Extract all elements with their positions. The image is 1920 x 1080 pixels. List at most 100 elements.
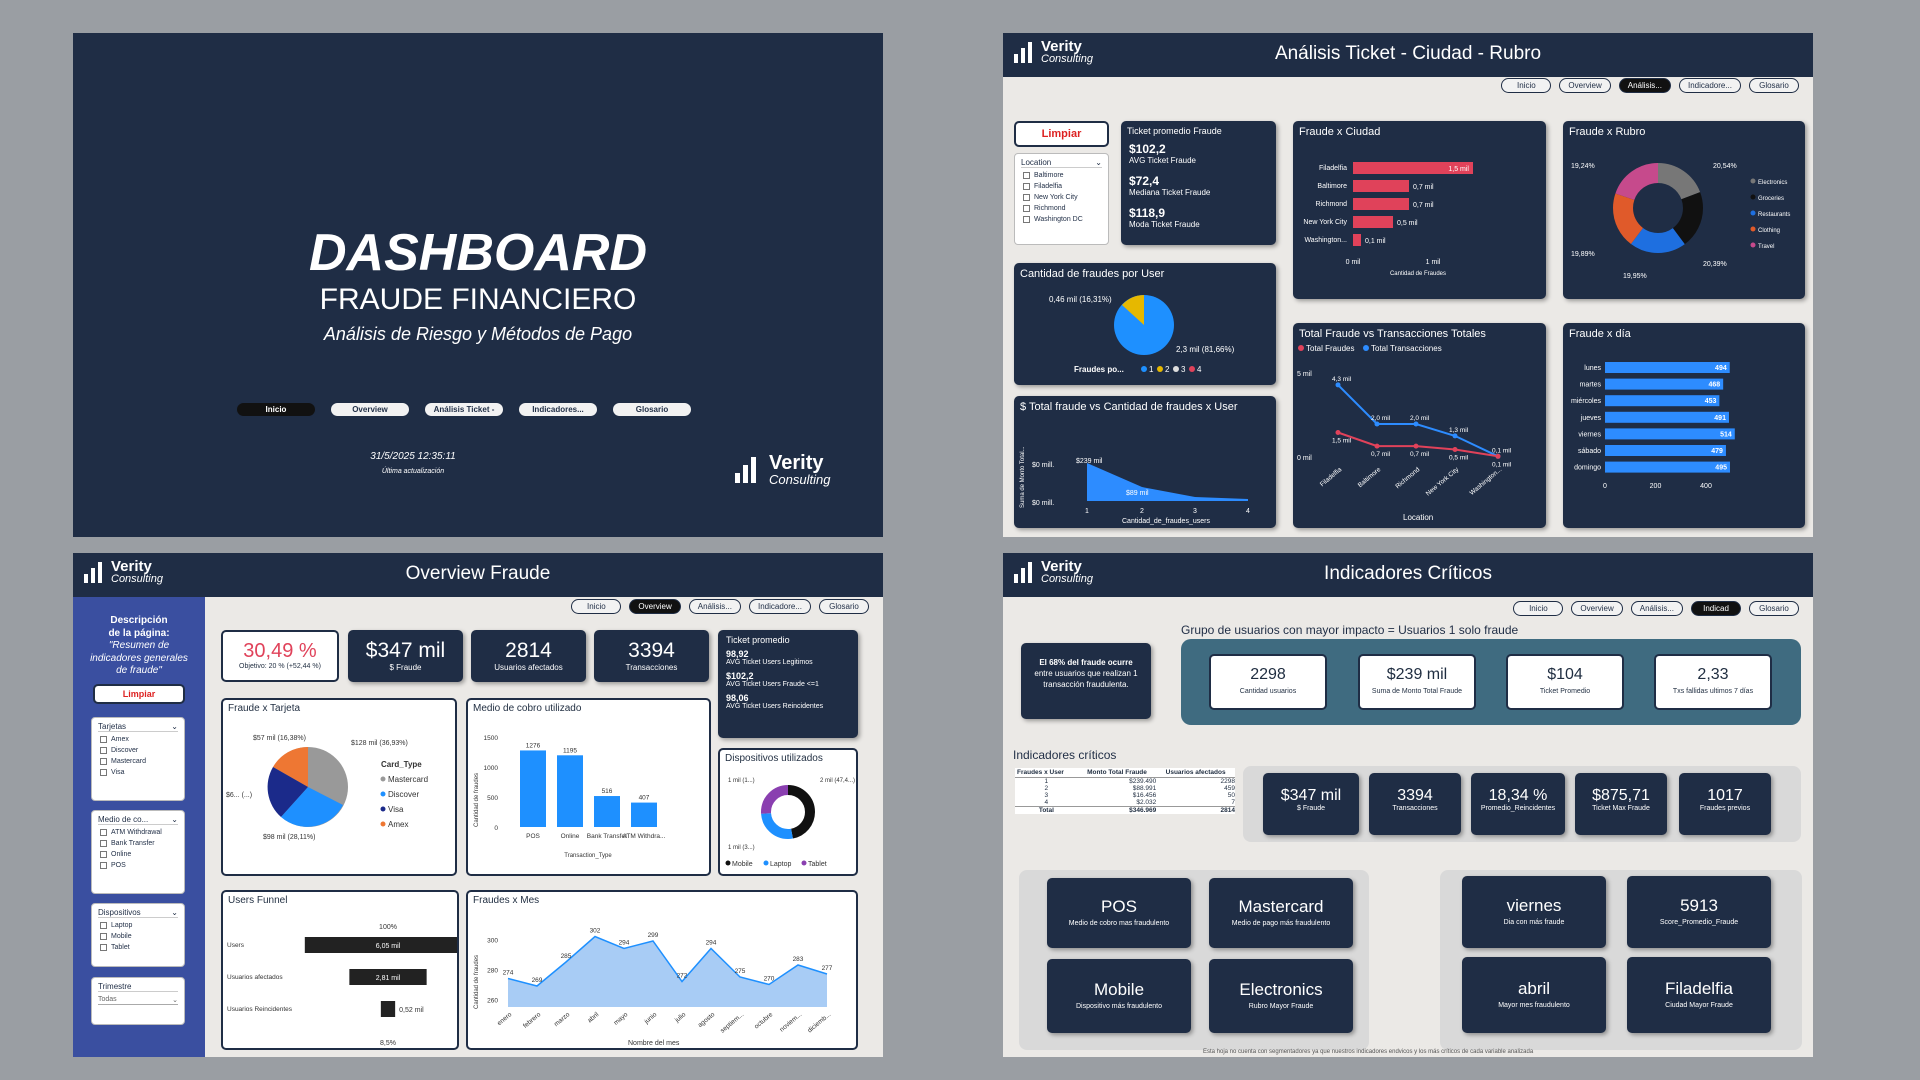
svg-text:Total Transacciones: Total Transacciones [1371, 344, 1442, 353]
nav-inicio-button[interactable]: Inicio [1501, 78, 1552, 93]
nav-glosario-button[interactable]: Glosario [1749, 601, 1799, 616]
slicer-option[interactable]: New York City [1023, 194, 1102, 201]
nav-glosario-button[interactable]: Glosario [819, 599, 869, 614]
slicer-option[interactable]: Mobile [100, 933, 178, 940]
bar [1605, 428, 1735, 440]
median-ticket-label: Mediana Ticket Fraude [1129, 188, 1211, 197]
cover-title: DASHBOARD [309, 224, 647, 282]
category-label: martes [1580, 382, 1602, 389]
medio-slicer[interactable]: Medio de co... ⌄ ATM Withdrawal Bank Tran… [91, 810, 185, 894]
chevron-down-icon[interactable]: ⌄ [1095, 158, 1102, 167]
clear-filters-button[interactable]: Limpiar [1014, 121, 1109, 147]
data-point [1335, 382, 1341, 388]
top-tile: viernes Dia con más fraude [1462, 876, 1606, 948]
slicer-option[interactable]: Mastercard [100, 758, 178, 765]
data-point [1495, 453, 1501, 459]
tick-label: 0 [494, 825, 498, 832]
svg-text:1 mil (3...): 1 mil (3...) [728, 845, 755, 851]
usuarios-kpi: 2814 Usuarios afectados [471, 630, 586, 682]
analysis-slide: Verity Consulting Análisis Ticket - Ciuda… [1003, 33, 1813, 537]
data-label: 0,1 mil [1492, 461, 1512, 468]
trimestre-slicer[interactable]: Trimestre Todas ⌄ [91, 977, 185, 1025]
data-label: 407 [639, 795, 650, 802]
chevron-down-icon[interactable]: ⌄ [172, 996, 178, 1004]
bar [1605, 362, 1730, 373]
footer-note: Esta hoja no cuenta con segmentadores ya… [1203, 1049, 1534, 1055]
chevron-down-icon[interactable]: ⌄ [171, 722, 178, 731]
nav-analisis-button[interactable]: Análisis Ticket - [424, 402, 504, 417]
nav-overview-button[interactable]: Overview [330, 402, 410, 417]
funnel: 100% Users 6,05 mil Usuarios afectados 2,81… [227, 924, 472, 1047]
slicer-option[interactable]: Washington DC [1023, 216, 1102, 223]
slicer-option[interactable]: ATM Withdrawal [100, 829, 178, 836]
cover-nav: Inicio Overview Análisis Ticket - Indica… [236, 402, 692, 417]
category-label: Richmond [1315, 201, 1347, 208]
nav-indicadores-button[interactable]: Indicad [1691, 601, 1741, 616]
nav-analisis-button[interactable]: Análisis... [688, 599, 741, 614]
dispositivos-slicer[interactable]: Dispositivos ⌄ Laptop Mobile Tablet [91, 903, 185, 967]
tick-label: 260 [487, 998, 498, 1005]
nav-indicadores-button[interactable]: Indicadores... [518, 402, 598, 417]
svg-text:5 mil: 5 mil [1297, 371, 1312, 378]
slicer-option[interactable]: Laptop [100, 922, 178, 929]
data-label: 270 [764, 976, 775, 983]
nav-analisis-button[interactable]: Análisis... [1618, 78, 1671, 93]
card-title: Ticket promedio Fraude [1127, 126, 1222, 136]
legend-title: Fraudes po... [1074, 365, 1124, 374]
nav-overview-button[interactable]: Overview [1559, 78, 1611, 93]
data-label: 283 [793, 956, 804, 963]
location-slicer[interactable]: Location ⌄ Baltimore Filadelfia New York … [1014, 153, 1109, 245]
data-label: 516 [602, 788, 613, 795]
data-label: 275 [735, 968, 746, 975]
top-tile: Filadelfia Ciudad Mayor Fraude [1627, 957, 1771, 1033]
nav-inicio-button[interactable]: Inicio [1513, 601, 1564, 616]
table-row: 2 $88.991 459 [1044, 785, 1235, 792]
nav-glosario-button[interactable]: Glosario [612, 402, 692, 417]
data-point [1374, 421, 1380, 427]
nav-overview-button[interactable]: Overview [1571, 601, 1623, 616]
slicer-option[interactable]: POS [100, 862, 178, 869]
nav-analisis-button[interactable]: Análisis... [1630, 601, 1683, 616]
nav-inicio-button[interactable]: Inicio [571, 599, 622, 614]
tarjetas-slicer[interactable]: Tarjetas ⌄ Amex Discover Mastercard Visa [91, 717, 185, 801]
nav-overview-button[interactable]: Overview [629, 599, 681, 614]
data-label: 0,5 mil [1397, 220, 1418, 227]
nav-inicio-button[interactable]: Inicio [236, 402, 316, 417]
slicer-option[interactable]: Amex [100, 736, 178, 743]
chevron-down-icon[interactable]: ⌄ [171, 908, 178, 917]
trimestre-value: Todas [98, 996, 117, 1003]
data-label: 491 [1714, 415, 1726, 422]
data-label: 0,7 mil [1410, 451, 1430, 458]
chevron-down-icon[interactable]: ⌄ [171, 815, 178, 824]
slicer-option[interactable]: Bank Transfer [100, 840, 178, 847]
svg-text:20,54%: 20,54% [1713, 163, 1737, 170]
pie-label: 0,46 mil (16,31%) [1049, 295, 1112, 304]
overview-slide: Verity Consulting Overview Fraude Descrip… [73, 553, 883, 1057]
slicer-option[interactable]: Baltimore [1023, 172, 1102, 179]
clear-filters-button[interactable]: Limpiar [93, 684, 185, 704]
slicer-option[interactable]: Tablet [100, 944, 178, 951]
slicer-option[interactable]: Richmond [1023, 205, 1102, 212]
data-label: 1276 [526, 742, 541, 749]
overview-sidebar: Descripción de la página: "Resumen de indic… [73, 597, 205, 1057]
tick-label: mayo [613, 1011, 630, 1027]
tarjeta-pie: $57 mil (16,38%) $128 mil (36,93%) $6...… [226, 735, 428, 841]
data-label: 1,3 mil [1449, 427, 1469, 434]
nav-glosario-button[interactable]: Glosario [1749, 78, 1799, 93]
nav-indicadores-button[interactable]: Indicadore... [1678, 78, 1741, 93]
nav-indicadores-button[interactable]: Indicadore... [748, 599, 811, 614]
tick-label: abril [586, 1011, 600, 1025]
tick-label: Washington... [1469, 466, 1504, 497]
tick-label: marzo [553, 1011, 572, 1028]
slicer-option[interactable]: Discover [100, 747, 178, 754]
data-point [1413, 443, 1419, 449]
data-label: 0,7 mil [1413, 202, 1434, 209]
indicadores-nav: Inicio Overview Análisis... Indicad Glos… [1513, 601, 1799, 616]
avg-ticket-label: AVG Ticket Fraude [1129, 156, 1196, 165]
insight-note: El 68% del fraude ocurre entre usuarios q… [1021, 643, 1151, 719]
slicer-option[interactable]: Filadelfia [1023, 183, 1102, 190]
slicer-option[interactable]: Visa [100, 769, 178, 776]
group-title: Grupo de usuarios con mayor impacto = Us… [1181, 623, 1519, 637]
slicer-option[interactable]: Online [100, 851, 178, 858]
category-label: lunes [1584, 365, 1601, 372]
